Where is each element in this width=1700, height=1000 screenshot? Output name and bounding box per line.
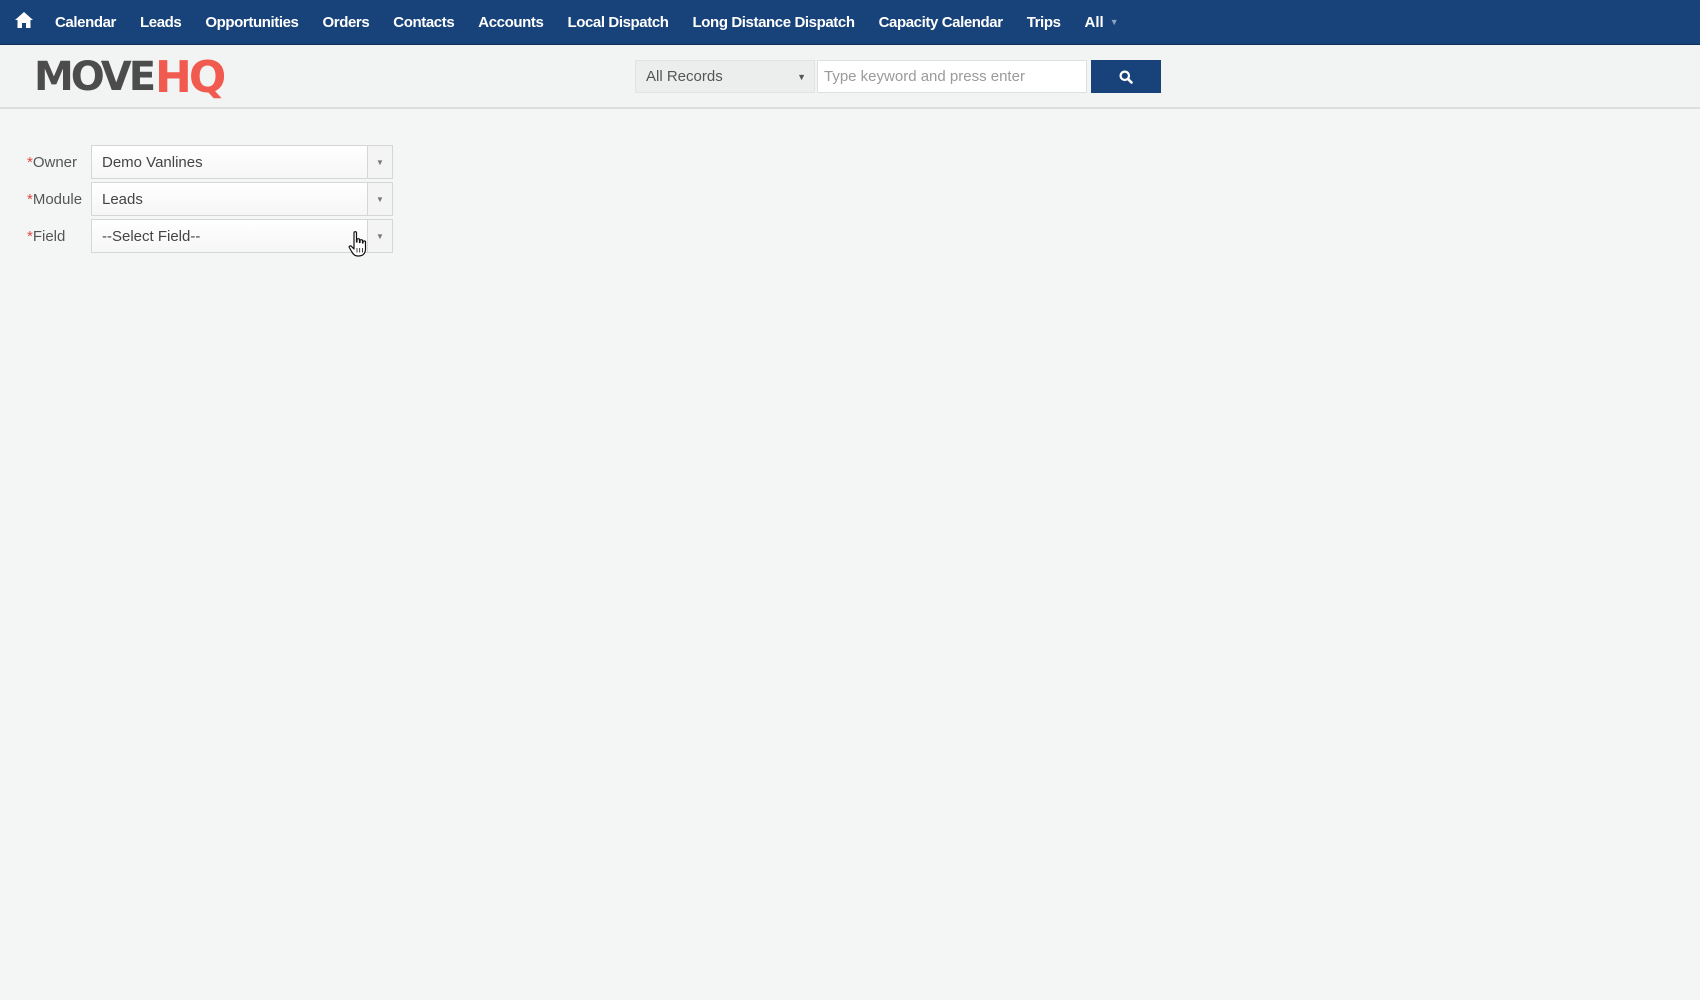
- field-select-value: --Select Field--: [92, 220, 367, 252]
- module-row: *Module Leads ▼: [27, 182, 393, 216]
- search-button[interactable]: [1091, 60, 1161, 93]
- filter-form: *Owner Demo Vanlines ▼ *Module Leads ▼ *…: [27, 145, 393, 256]
- field-select[interactable]: --Select Field-- ▼: [91, 219, 393, 253]
- movehq-logo[interactable]: MOVE HQ: [34, 51, 226, 103]
- app-header: MOVE HQ All Records ▼: [0, 45, 1700, 109]
- nav-all-menu[interactable]: All ▼: [1085, 0, 1119, 45]
- chevron-down-icon[interactable]: ▼: [367, 183, 392, 215]
- module-label: *Module: [27, 191, 91, 208]
- field-label-text: Field: [32, 227, 66, 245]
- nav-calendar[interactable]: Calendar: [55, 0, 116, 45]
- chevron-down-icon: ▼: [797, 71, 806, 82]
- search-scope-select[interactable]: All Records ▼: [635, 60, 815, 93]
- nav-contacts[interactable]: Contacts: [393, 0, 454, 45]
- owner-select-value: Demo Vanlines: [92, 146, 367, 178]
- search-input[interactable]: [817, 60, 1087, 93]
- nav-capacity-calendar[interactable]: Capacity Calendar: [879, 0, 1003, 45]
- logo-move-text: MOVE: [34, 54, 156, 100]
- search-icon: [1119, 70, 1133, 84]
- nav-accounts[interactable]: Accounts: [478, 0, 544, 45]
- chevron-down-icon: ▼: [1109, 16, 1119, 27]
- chevron-down-icon[interactable]: ▼: [367, 146, 392, 178]
- module-select-value: Leads: [92, 183, 367, 215]
- module-label-text: Module: [32, 190, 83, 208]
- owner-label: *Owner: [27, 154, 91, 171]
- nav-opportunities[interactable]: Opportunities: [205, 0, 299, 45]
- top-navigation-bar: Calendar Leads Opportunities Orders Cont…: [0, 0, 1700, 45]
- field-row: *Field --Select Field-- ▼: [27, 219, 393, 253]
- chevron-down-icon[interactable]: ▼: [367, 220, 392, 252]
- nav-orders[interactable]: Orders: [323, 0, 370, 45]
- nav-all-label: All: [1084, 13, 1104, 31]
- owner-select[interactable]: Demo Vanlines ▼: [91, 145, 393, 179]
- nav-leads[interactable]: Leads: [140, 0, 182, 45]
- nav-long-distance-dispatch[interactable]: Long Distance Dispatch: [693, 0, 855, 45]
- owner-label-text: Owner: [32, 153, 78, 171]
- global-search: All Records ▼: [635, 60, 1161, 93]
- home-button[interactable]: [13, 9, 35, 31]
- nav-local-dispatch[interactable]: Local Dispatch: [567, 0, 668, 45]
- home-icon: [15, 12, 33, 28]
- logo-hq-text: HQ: [155, 51, 226, 103]
- nav-trips[interactable]: Trips: [1027, 0, 1061, 45]
- module-select[interactable]: Leads ▼: [91, 182, 393, 216]
- field-label: *Field: [27, 228, 91, 245]
- search-scope-value: All Records: [646, 68, 723, 85]
- owner-row: *Owner Demo Vanlines ▼: [27, 145, 393, 179]
